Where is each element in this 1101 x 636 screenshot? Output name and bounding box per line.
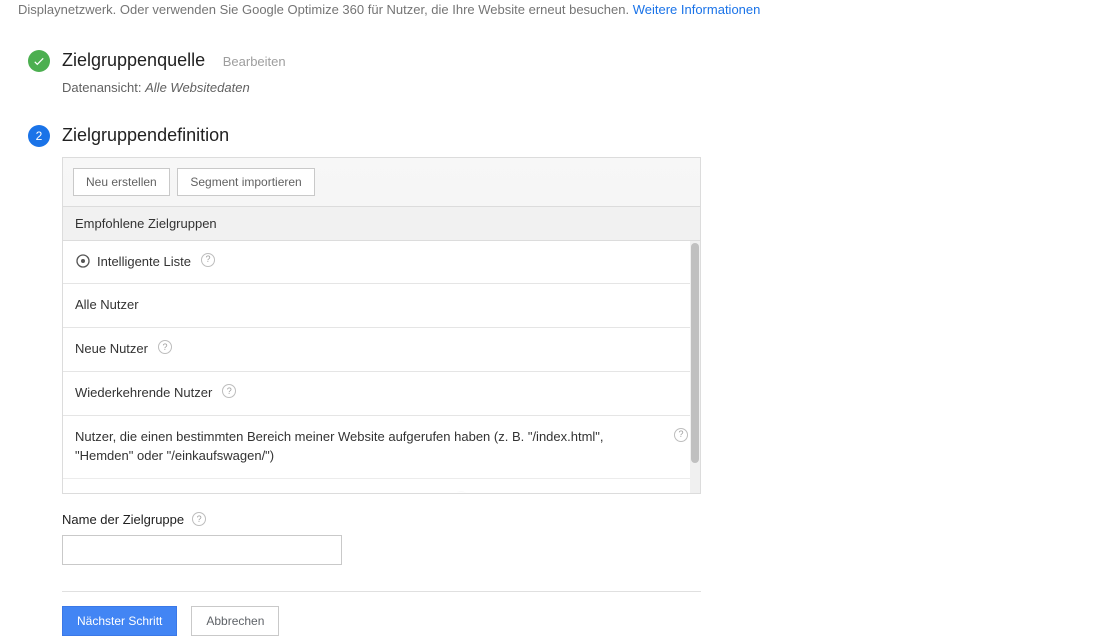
audience-panel: Neu erstellen Segment importieren Empfoh… [62, 157, 701, 494]
cancel-button[interactable]: Abbrechen [191, 606, 279, 636]
step-audience-source: Zielgruppenquelle Bearbeiten Datenansich… [0, 50, 1101, 95]
list-item[interactable]: Intelligente Liste ? [63, 241, 700, 285]
audience-list: Intelligente Liste ? Alle Nutzer Neue Nu… [63, 241, 700, 493]
list-item-label: Nutzer, die einen bestimmten Bereich mei… [75, 428, 664, 466]
list-item-label: Neue Nutzer [75, 340, 148, 359]
intro-body: Displaynetzwerk. Oder verwenden Sie Goog… [18, 2, 629, 17]
help-icon[interactable]: ? [222, 384, 236, 398]
list-item[interactable]: Wiederkehrende Nutzer ? [63, 372, 700, 416]
list-item-label: Wiederkehrende Nutzer [75, 384, 212, 403]
list-item[interactable]: Neue Nutzer ? [63, 328, 700, 372]
list-item-label: Alle Nutzer [75, 296, 139, 315]
scrollbar-track[interactable] [690, 241, 700, 493]
list-item-label: Intelligente Liste [97, 253, 191, 272]
help-icon[interactable]: ? [454, 491, 468, 493]
tab-import-segment[interactable]: Segment importieren [177, 168, 314, 196]
check-icon [32, 54, 46, 68]
help-icon[interactable]: ? [192, 512, 206, 526]
audience-name-field: Name der Zielgruppe ? [62, 512, 701, 565]
more-info-link[interactable]: Weitere Informationen [633, 2, 761, 17]
list-item[interactable]: Alle Nutzer [63, 284, 700, 328]
tab-create-new[interactable]: Neu erstellen [73, 168, 170, 196]
divider [62, 591, 701, 592]
button-row: Nächster Schritt Abbrechen [62, 606, 1101, 636]
help-icon[interactable]: ? [158, 340, 172, 354]
list-item[interactable]: Nutzer, die einen bestimmten Bereich mei… [63, 416, 700, 479]
step1-title: Zielgruppenquelle [62, 50, 205, 70]
step1-sublabel: Datenansicht: [62, 80, 142, 95]
step1-badge-done [28, 50, 50, 72]
step1-edit-link[interactable]: Bearbeiten [223, 54, 286, 69]
step1-subline: Datenansicht: Alle Websitedaten [62, 80, 1101, 95]
list-item-label: Nutzer, die eine Zielvorhaben-Conversion… [75, 491, 444, 493]
help-icon[interactable]: ? [201, 253, 215, 267]
smart-list-icon [75, 253, 91, 269]
recommended-section-label: Empfohlene Zielgruppen [63, 207, 700, 241]
step2-number: 2 [36, 129, 43, 143]
intro-text: Displaynetzwerk. Oder verwenden Sie Goog… [0, 0, 1101, 20]
list-item[interactable]: Nutzer, die eine Zielvorhaben-Conversion… [63, 479, 700, 493]
audience-name-label: Name der Zielgruppe [62, 512, 184, 527]
step2-title: Zielgruppendefinition [62, 125, 229, 145]
step-audience-definition: 2 Zielgruppendefinition Neu erstellen Se… [0, 125, 1101, 636]
tab-bar: Neu erstellen Segment importieren [63, 158, 700, 207]
help-icon[interactable]: ? [674, 428, 688, 442]
step1-value: Alle Websitedaten [145, 80, 250, 95]
step2-badge: 2 [28, 125, 50, 147]
scrollbar-thumb[interactable] [691, 243, 699, 463]
next-step-button[interactable]: Nächster Schritt [62, 606, 177, 636]
audience-name-input[interactable] [62, 535, 342, 565]
